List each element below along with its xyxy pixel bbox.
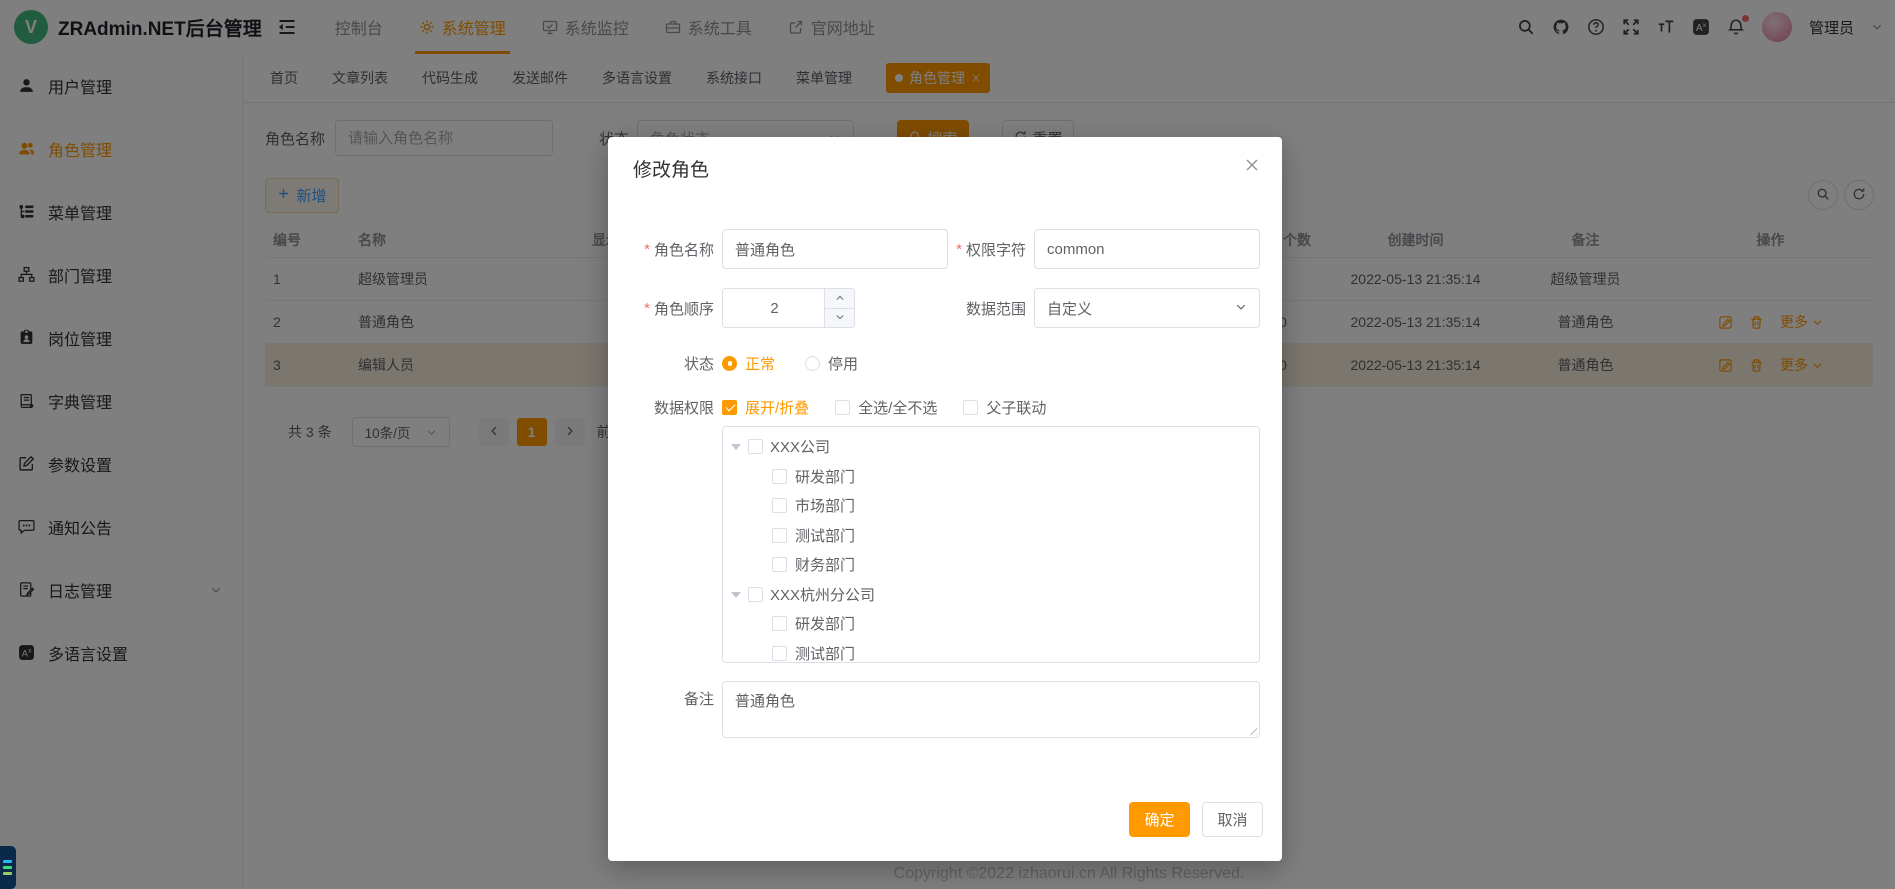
checkbox-icon[interactable] (748, 587, 763, 602)
checkbox-label: 展开/折叠 (745, 397, 809, 418)
data-perm-options: 展开/折叠 全选/全不选 父子联动 (722, 397, 1046, 417)
status-radio-group: 正常 停用 (722, 353, 858, 373)
perm-char-input[interactable] (1047, 241, 1247, 258)
tree-node-0-1[interactable]: 市场部门 (723, 491, 1259, 521)
remark-textarea[interactable]: 普通角色 (722, 681, 1260, 738)
checkbox-label: 父子联动 (986, 397, 1046, 418)
data-perm-checkbox-2[interactable]: 父子联动 (963, 397, 1046, 418)
role-order-stepper (722, 288, 855, 328)
tree-node-1-0[interactable]: 研发部门 (723, 609, 1259, 639)
app: V ZRAdmin.NET后台管理 控制台系统管理系统监控系统工具官网地址 Ax… (0, 0, 1895, 889)
checkbox-label: 全选/全不选 (858, 397, 937, 418)
tree-node-0-0[interactable]: 研发部门 (723, 462, 1259, 492)
required-mark: * (956, 241, 962, 258)
department-tree: XXX公司研发部门市场部门测试部门财务部门XXX杭州分公司研发部门测试部门 (722, 426, 1260, 663)
tree-node-label: 研发部门 (795, 466, 855, 487)
data-scope-value: 自定义 (1047, 298, 1092, 319)
tree-node-label: XXX杭州分公司 (770, 584, 875, 605)
remark-textarea-wrap: 普通角色 (722, 681, 1260, 738)
required-mark: * (644, 300, 650, 317)
data-perm-field-label: 数据权限 (608, 387, 714, 427)
data-scope-field-label: 数据范围 (904, 288, 1026, 328)
tree-node-label: 市场部门 (795, 495, 855, 516)
status-radio-0[interactable]: 正常 (722, 353, 775, 374)
tree-caret-icon[interactable] (731, 444, 741, 455)
checkbox-icon[interactable] (772, 557, 787, 572)
stepper-down-button[interactable] (825, 309, 854, 328)
confirm-button[interactable]: 确定 (1129, 802, 1190, 837)
tree-node-1-1[interactable]: 测试部门 (723, 639, 1259, 664)
role-name-field-label: * 角色名称 (608, 229, 714, 269)
chevron-down-icon (1235, 300, 1247, 317)
tree-node-1[interactable]: XXX杭州分公司 (723, 580, 1259, 610)
stepper-controls (824, 289, 854, 327)
checkbox-icon (835, 400, 850, 415)
required-mark: * (644, 241, 650, 258)
status-radio-1[interactable]: 停用 (805, 353, 858, 374)
chevron-up-icon (835, 290, 845, 307)
role-order-input[interactable] (735, 300, 814, 317)
checkbox-icon[interactable] (772, 498, 787, 513)
tree-node-label: 研发部门 (795, 613, 855, 634)
close-icon[interactable] (1244, 157, 1260, 173)
radio-label: 停用 (828, 353, 858, 374)
checkbox-icon[interactable] (772, 528, 787, 543)
data-scope-select[interactable]: 自定义 (1034, 288, 1260, 328)
tree-caret-icon[interactable] (731, 592, 741, 603)
data-perm-checkbox-1[interactable]: 全选/全不选 (835, 397, 937, 418)
edit-role-dialog: 修改角色 * 角色名称 * 权限字符 * 角色顺序 数据范围 (608, 137, 1282, 861)
checkbox-icon[interactable] (772, 616, 787, 631)
radio-label: 正常 (745, 353, 775, 374)
checkbox-icon (963, 400, 978, 415)
checkbox-icon[interactable] (748, 439, 763, 454)
perm-char-input-wrap (1034, 229, 1260, 269)
stepper-up-button[interactable] (825, 289, 854, 309)
cancel-button[interactable]: 取消 (1202, 802, 1263, 837)
checkbox-icon[interactable] (772, 646, 787, 661)
tree-node-0[interactable]: XXX公司 (723, 432, 1259, 462)
role-order-field-label: * 角色顺序 (608, 288, 714, 328)
chevron-down-icon (835, 309, 845, 326)
checkbox-icon[interactable] (772, 469, 787, 484)
floating-widget[interactable] (0, 846, 16, 889)
remark-field-label: 备注 (608, 687, 714, 709)
data-perm-checkbox-0[interactable]: 展开/折叠 (722, 397, 809, 418)
radio-icon (805, 356, 820, 371)
tree-node-0-2[interactable]: 测试部门 (723, 521, 1259, 551)
dialog-title: 修改角色 (633, 155, 709, 182)
tree-node-label: 财务部门 (795, 554, 855, 575)
status-field-label: 状态 (608, 343, 714, 383)
tree-node-label: 测试部门 (795, 643, 855, 663)
tree-node-label: XXX公司 (770, 436, 830, 457)
checkbox-icon (722, 400, 737, 415)
tree-node-label: 测试部门 (795, 525, 855, 546)
tree-node-0-3[interactable]: 财务部门 (723, 550, 1259, 580)
radio-icon (722, 356, 737, 371)
perm-char-field-label: * 权限字符 (904, 229, 1026, 269)
